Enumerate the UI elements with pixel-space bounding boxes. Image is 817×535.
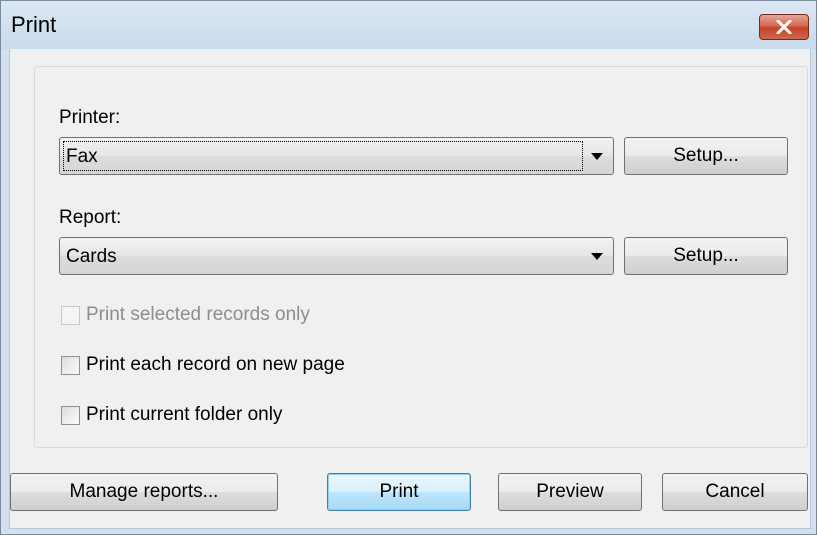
printer-setup-button[interactable]: Setup... xyxy=(624,137,788,175)
window-title: Print xyxy=(11,12,57,37)
dialog-content: Printer: Fax Setup... Report: Cards Setu… xyxy=(9,49,811,529)
print-new-page-checkbox[interactable] xyxy=(61,355,80,375)
report-select-value: Cards xyxy=(66,246,117,267)
print-dialog: Print Printer: Fax Setup... Report: Card… xyxy=(0,0,817,535)
print-button[interactable]: Print xyxy=(327,473,471,511)
printer-label: Printer: xyxy=(59,107,121,128)
options-panel: Printer: Fax Setup... Report: Cards Setu… xyxy=(34,66,808,448)
print-current-folder-option[interactable]: Print current folder only xyxy=(61,404,282,426)
print-selected-only-label: Print selected records only xyxy=(86,304,310,325)
close-x-icon xyxy=(776,20,792,34)
printer-select-value: Fax xyxy=(66,146,98,167)
chevron-down-icon xyxy=(591,153,603,160)
focus-rect xyxy=(63,141,583,171)
print-current-folder-checkbox[interactable] xyxy=(61,405,80,425)
report-select[interactable]: Cards xyxy=(59,237,614,275)
print-selected-only-option[interactable]: Print selected records only xyxy=(61,304,310,326)
title-bar[interactable]: Print xyxy=(1,1,816,49)
print-current-folder-label: Print current folder only xyxy=(86,404,283,425)
report-setup-button[interactable]: Setup... xyxy=(624,237,788,275)
close-button[interactable] xyxy=(759,14,809,40)
print-new-page-label: Print each record on new page xyxy=(86,354,345,375)
print-new-page-option[interactable]: Print each record on new page xyxy=(61,354,345,376)
report-label: Report: xyxy=(59,207,122,228)
chevron-down-icon xyxy=(591,253,603,260)
print-selected-only-checkbox[interactable] xyxy=(61,305,80,325)
cancel-button[interactable]: Cancel xyxy=(662,473,808,511)
preview-button[interactable]: Preview xyxy=(498,473,642,511)
manage-reports-button[interactable]: Manage reports... xyxy=(10,473,278,511)
printer-select[interactable]: Fax xyxy=(59,137,614,175)
